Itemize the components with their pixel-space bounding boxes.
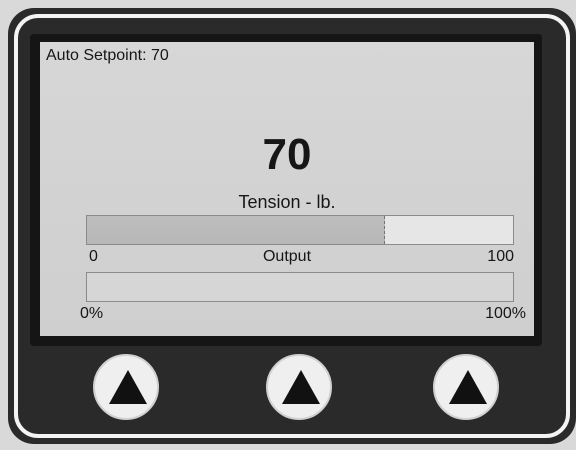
output-min-label: 0% (80, 305, 104, 322)
tension-value: 70 (262, 130, 312, 179)
tension-bar (86, 215, 514, 245)
auto-setpoint-text: Auto Setpoint: 70 (46, 47, 169, 64)
up-triangle-icon (282, 370, 320, 404)
output-bar (86, 272, 514, 302)
display-screen: Auto Setpoint: 70 70 Tension - lb. 0 Out… (40, 42, 534, 336)
up-triangle-icon (109, 370, 147, 404)
right-up-button[interactable] (433, 354, 499, 420)
up-triangle-icon (449, 370, 487, 404)
tension-max-label: 100 (487, 248, 514, 265)
tension-bar-fill (87, 216, 386, 244)
center-up-button[interactable] (266, 354, 332, 420)
left-up-button[interactable] (93, 354, 159, 420)
output-max-label: 100% (485, 305, 526, 322)
output-label: Output (262, 248, 312, 265)
tension-label: Tension - lb. (238, 192, 336, 212)
